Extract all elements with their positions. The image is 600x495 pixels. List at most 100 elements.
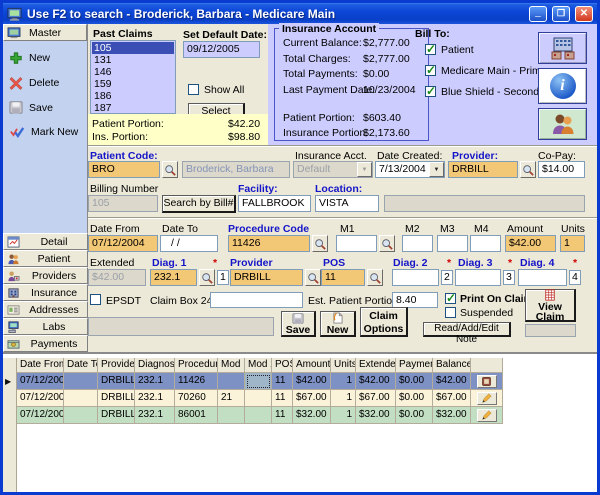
cell[interactable]: 11426 [175, 373, 218, 390]
cell[interactable]: DRBILL [98, 373, 135, 390]
diag1-input[interactable]: 232.1 [150, 269, 197, 286]
sidebar-item-insurance[interactable]: Insurance [3, 284, 88, 301]
cell[interactable]: 232.1 [135, 390, 175, 407]
sidebar-action-new[interactable]: New [9, 51, 81, 65]
cell[interactable]: $67.00 [433, 390, 471, 407]
diag1-search-button[interactable] [199, 269, 215, 286]
chevron-down-icon[interactable] [429, 162, 444, 177]
m2-input[interactable] [402, 235, 433, 252]
m3-input[interactable] [437, 235, 468, 252]
cell[interactable]: 86001 [175, 407, 218, 424]
cell[interactable]: 07/12/2004 [17, 407, 64, 424]
sidebar-item-payments[interactable]: Payments [3, 335, 88, 352]
pos-search-button[interactable] [367, 269, 383, 286]
cell[interactable]: $0.00 [396, 407, 433, 424]
cell[interactable]: $42.00 [356, 373, 396, 390]
cell[interactable]: 1 [331, 407, 356, 424]
diag3-input[interactable] [455, 269, 501, 286]
cell[interactable]: 232.1 [135, 407, 175, 424]
save-claim-button[interactable]: Save [281, 311, 316, 337]
table-row[interactable]: 07/12/2004 DRBILL 232.1 70260 21 11 $67.… [17, 390, 503, 407]
line-provider-search-button[interactable] [305, 269, 321, 286]
epsdt-checkbox[interactable] [90, 294, 101, 305]
sidebar-item-labs[interactable]: Labs [3, 318, 88, 335]
bill-to-patient-checkbox[interactable] [425, 44, 436, 55]
cell[interactable]: DRBILL [98, 407, 135, 424]
cell[interactable]: $0.00 [396, 373, 433, 390]
date-from-input[interactable]: 07/12/2004 [88, 235, 158, 252]
est-patient-portion-input[interactable]: 8.40 [392, 292, 438, 308]
cell[interactable]: 232.1 [135, 373, 175, 390]
read-add-edit-note-button[interactable]: Read/Add/Edit Note [423, 322, 511, 337]
sidebar-master-header[interactable]: Master [3, 24, 87, 41]
info-button[interactable]: i [538, 68, 587, 104]
cell[interactable]: 07/12/2004 [17, 390, 64, 407]
patient-search-button[interactable] [162, 161, 178, 178]
sidebar-action-save[interactable]: Save [9, 101, 81, 114]
cell[interactable]: 11 [272, 390, 293, 407]
list-item[interactable]: 187 [92, 102, 174, 114]
sidebar-item-detail[interactable]: Detail [3, 233, 88, 250]
cell[interactable]: $32.00 [293, 407, 331, 424]
copay-input[interactable]: $14.00 [538, 161, 585, 178]
cell[interactable] [218, 373, 245, 390]
procedure-code-input[interactable]: 11426 [228, 235, 310, 252]
cell[interactable] [245, 407, 272, 424]
line-provider-input[interactable]: DRBILL [230, 269, 303, 286]
column-header[interactable]: POS [272, 358, 293, 373]
cell[interactable]: 11 [272, 373, 293, 390]
cell[interactable]: 70260 [175, 390, 218, 407]
maximize-button[interactable] [552, 6, 570, 22]
m1-input[interactable] [336, 235, 377, 252]
column-header[interactable]: Date From [17, 358, 64, 373]
list-item[interactable]: 159 [92, 78, 174, 90]
list-item[interactable]: 131 [92, 54, 174, 66]
diag2-input[interactable] [392, 269, 439, 286]
pencil-icon[interactable] [477, 409, 497, 422]
close-button[interactable] [575, 6, 593, 22]
cell[interactable] [64, 390, 98, 407]
cell[interactable]: $42.00 [433, 373, 471, 390]
suspended-checkbox[interactable] [445, 307, 456, 318]
sidebar-item-addresses[interactable]: Addresses [3, 301, 88, 318]
cell[interactable]: $32.00 [356, 407, 396, 424]
cell-action[interactable] [471, 407, 503, 424]
view-claim-button[interactable]: View Claim [525, 289, 576, 322]
column-header[interactable]: Extended [356, 358, 396, 373]
claim-options-button[interactable]: Claim Options [360, 307, 408, 337]
cell[interactable]: $42.00 [293, 373, 331, 390]
minimize-button[interactable] [529, 6, 547, 22]
bill-to-medicare-checkbox[interactable] [425, 65, 436, 76]
diag1-pointer[interactable]: 1 [217, 270, 229, 285]
cell-action[interactable] [471, 390, 503, 407]
cell[interactable] [245, 390, 272, 407]
units-input[interactable]: 1 [560, 235, 585, 252]
cell[interactable]: 07/12/2004 [17, 373, 64, 390]
list-item[interactable]: 105 [92, 42, 174, 54]
cell[interactable]: 11 [272, 407, 293, 424]
cell[interactable] [64, 407, 98, 424]
cell-action[interactable] [471, 373, 503, 390]
procedure-search-button[interactable] [312, 235, 328, 252]
column-header[interactable]: Balance [433, 358, 471, 373]
sidebar-action-delete[interactable]: Delete [9, 76, 81, 90]
facility-input[interactable]: FALLBROOK [238, 195, 311, 212]
amount-input[interactable]: $42.00 [505, 235, 556, 252]
cell[interactable]: $0.00 [396, 390, 433, 407]
column-header[interactable]: Date To [64, 358, 98, 373]
cell[interactable]: $32.00 [433, 407, 471, 424]
pos-input[interactable]: 11 [321, 269, 365, 286]
set-default-date-input[interactable]: 09/12/2005 [183, 41, 260, 58]
cell-focused[interactable] [245, 373, 272, 390]
cell[interactable] [64, 373, 98, 390]
table-row[interactable]: 07/12/2004 DRBILL 232.1 86001 11 $32.00 … [17, 407, 503, 424]
diag4-pointer[interactable]: 4 [569, 270, 581, 285]
note-icon[interactable] [477, 375, 497, 388]
cell[interactable]: $67.00 [356, 390, 396, 407]
column-header[interactable]: Procedure [175, 358, 218, 373]
search-by-bill-button[interactable]: Search by Bill# [162, 195, 236, 213]
bill-to-blueshield-checkbox[interactable] [425, 86, 436, 97]
cell[interactable]: 1 [331, 390, 356, 407]
facility-billing-button[interactable] [538, 32, 587, 64]
location-input[interactable]: VISTA [315, 195, 379, 212]
